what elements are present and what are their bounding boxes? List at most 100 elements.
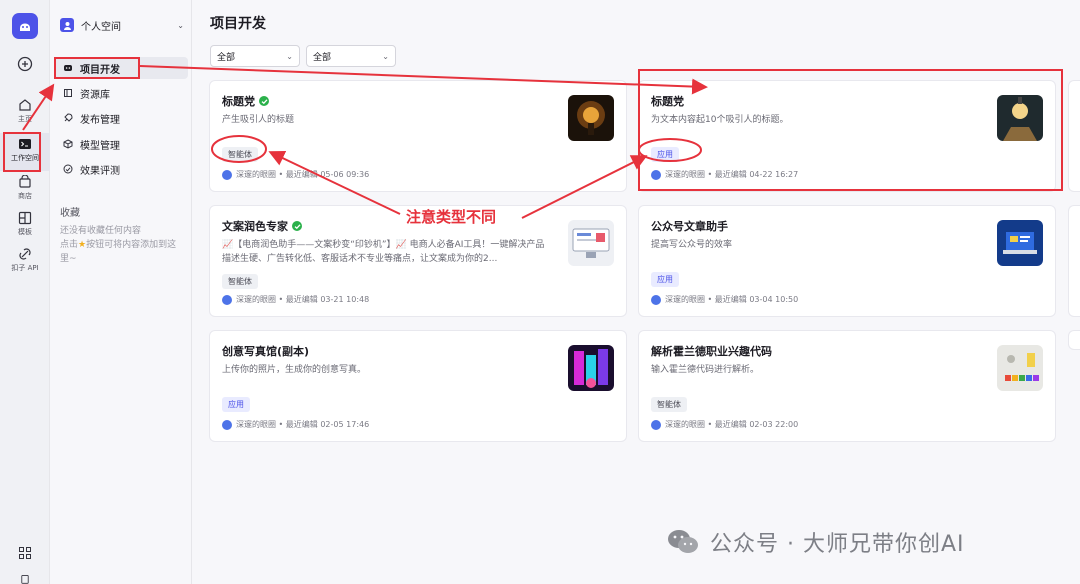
card-title: 标题党 [222,93,269,109]
nav-label: 资源库 [80,89,110,101]
author-avatar-icon [222,169,232,180]
card-description: 📈【电商润色助手——文案秒变“印钞机”】📈 电商人必备AI工具！一键解决产品描述… [222,240,545,264]
add-icon [17,56,33,72]
card-title-text: 文案润色专家 [222,220,288,233]
nav-evaluation[interactable]: 效果评测 [54,158,188,180]
watermark: 公众号 · 大师兄带你创AI [666,526,965,558]
rail-api[interactable]: 扣子 API [0,247,50,275]
card-meta: 深邃的眼圈 • 最近编辑 02-05 17:46 [222,419,369,430]
rail-store-label: 商店 [18,192,32,200]
card-description: 输入霍兰德代码进行解析。 [651,365,760,375]
card-meta-text: 深邃的眼圈 • 最近编辑 03-21 10:48 [236,295,370,304]
coze-logo[interactable] [12,13,38,39]
star-icon: ★ [78,240,87,250]
card-thumbnail [568,95,614,141]
space-switcher[interactable]: 个人空间 ⌄ [60,14,184,36]
status-filter-select[interactable]: 全部 ⌄ [306,45,396,67]
type-filter-value: 全部 [217,52,236,63]
verified-check-icon [292,221,302,231]
nav-publish[interactable]: 发布管理 [54,107,188,129]
card-title-text: 标题党 [222,95,255,108]
card-type-tag: 应用 [222,397,250,412]
card-title: 公众号文章助手 [651,218,728,234]
project-card[interactable]: 标题党 产生吸引人的标题 智能体 深邃的眼圈 • 最近编辑 05-06 09:36 [209,80,627,192]
chevron-down-icon: ⌄ [286,51,293,61]
status-filter-value: 全部 [313,52,332,63]
card-type-tag: 智能体 [222,274,258,289]
rail-docs-button[interactable] [0,574,50,584]
favorites-empty-line: 点击★按钮可将内容添加到这里~ [60,238,184,266]
card-meta-text: 深邃的眼圈 • 最近编辑 02-03 22:00 [665,420,799,429]
nav-models[interactable]: 模型管理 [54,133,188,155]
card-type-tag: 应用 [651,147,679,162]
global-rail: 主页 工作空间 商店 模板 扣子 API [0,0,50,584]
rail-apps-button[interactable] [0,546,50,562]
favorites-title: 收藏 [60,208,80,219]
author-avatar-icon [651,169,661,180]
evaluation-icon [62,164,74,174]
favorites-empty-text: 点击 [60,240,79,250]
card-title-text: 解析霍兰德职业兴趣代码 [651,345,772,358]
card-meta: 深邃的眼圈 • 最近编辑 03-04 10:50 [651,294,798,305]
card-description: 提高写公众号的效率 [651,240,733,250]
rail-template[interactable]: 模板 [0,211,50,237]
rail-api-label: 扣子 API [11,264,39,272]
card-peek-edge [1068,330,1080,350]
rail-home[interactable]: 主页 [0,98,50,128]
card-type-tag: 应用 [651,272,679,287]
user-icon [63,21,71,30]
store-icon [19,175,31,188]
card-title-text: 标题党 [651,95,684,108]
card-meta: 深邃的眼圈 • 最近编辑 05-06 09:36 [222,169,369,180]
rail-workspace[interactable]: 工作空间 [0,133,50,171]
card-peek-edge [1068,80,1080,192]
card-meta: 深邃的眼圈 • 最近编辑 02-03 22:00 [651,419,798,430]
rail-create-button[interactable] [0,56,50,76]
space-avatar [60,18,74,32]
project-card[interactable]: 公众号文章助手 提高写公众号的效率应用深邃的眼圈 • 最近编辑 03-04 10:… [638,205,1056,317]
nav-label: 项目开发 [80,64,120,76]
main-content: 项目开发 全部 ⌄ 全部 ⌄ 标题党 产生吸引人的标题 智能体 深邃的眼圈 • 最近编辑 … [192,0,1080,584]
card-description: 为文本内容起10个吸引人的标题。 [651,115,789,125]
card-thumbnail [997,345,1043,391]
card-meta-text: 深邃的眼圈 • 最近编辑 04-22 16:27 [665,170,799,179]
nav-label: 效果评测 [80,165,120,177]
author-avatar-icon [651,294,661,305]
home-icon [19,99,31,111]
annotation-note: 注意类型不同 [406,208,497,226]
card-peek-edge [1068,205,1080,317]
card-thumbnail [568,220,614,266]
project-icon [62,63,74,73]
card-meta-text: 深邃的眼圈 • 最近编辑 03-04 10:50 [665,295,799,304]
template-icon [18,211,32,225]
card-description: 产生吸引人的标题 [222,115,295,125]
chevron-down-icon: ⌄ [177,20,184,30]
project-card[interactable]: 解析霍兰德职业兴趣代码 输入霍兰德代码进行解析。智能体深邃的眼圈 • 最近编辑 0… [638,330,1056,442]
page-title: 项目开发 [210,16,266,32]
card-title-text: 公众号文章助手 [651,220,728,233]
project-card[interactable]: 标题党为文本内容起10个吸引人的标题。应用深邃的眼圈 • 最近编辑 04-22 … [638,80,1056,192]
model-icon [62,139,74,149]
card-type-tag: 智能体 [651,397,687,412]
nav-label: 模型管理 [80,140,120,152]
nav-label: 发布管理 [80,114,120,126]
card-title: 创意写真馆(副本) [222,343,309,359]
favorites-empty-line: 还没有收藏任何内容 [60,226,142,236]
card-title: 解析霍兰德职业兴趣代码 [651,343,772,359]
card-meta: 深邃的眼圈 • 最近编辑 04-22 16:27 [651,169,798,180]
nav-library[interactable]: 资源库 [54,82,188,104]
terminal-icon [19,139,31,149]
rail-template-label: 模板 [18,228,32,236]
card-title: 标题党 [651,93,684,109]
library-icon [62,88,74,98]
card-meta-text: 深邃的眼圈 • 最近编辑 02-05 17:46 [236,420,370,429]
card-description: 上传你的照片，生成你的创意写真。 [222,365,367,375]
document-icon [21,575,29,584]
verified-check-icon [259,96,269,106]
card-thumbnail [997,95,1043,141]
project-card[interactable]: 创意写真馆(副本) 上传你的照片，生成你的创意写真。应用深邃的眼圈 • 最近编辑 … [209,330,627,442]
nav-project-dev[interactable]: 项目开发 [54,57,188,79]
chevron-down-icon: ⌄ [382,51,389,61]
rail-store[interactable]: 商店 [0,175,50,201]
type-filter-select[interactable]: 全部 ⌄ [210,45,300,67]
